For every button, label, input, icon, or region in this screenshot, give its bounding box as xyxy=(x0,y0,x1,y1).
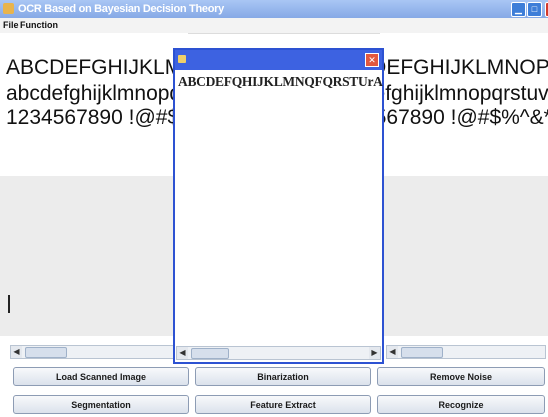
maximize-button[interactable]: □ xyxy=(527,2,542,17)
recognize-button[interactable]: Recognize xyxy=(377,395,545,414)
processed-lowercase: abcdefghijklmnopqrstuvwxyz xyxy=(380,82,548,105)
scroll-right-arrow[interactable]: ▶ xyxy=(369,347,380,359)
binarization-button[interactable]: Binarization xyxy=(195,367,371,386)
sample-digits: 1234567890 !@#$%^&*() xyxy=(6,106,188,129)
processed-image-panel: ABCDEFGHIJKLMNOPQRSTUVWXYZ abcdefghijklm… xyxy=(380,33,548,336)
scroll-left-arrow[interactable]: ◀ xyxy=(177,347,188,359)
app-icon xyxy=(3,3,14,14)
original-image-panel: ABCDEFGHIJKLMNOPQRSTUVWXYZ abcdefghijklm… xyxy=(0,33,188,336)
menu-bar: File Function xyxy=(0,18,548,34)
processed-uppercase: ABCDEFGHIJKLMNOPQRSTUVWXYZ xyxy=(380,56,548,79)
processed-digits: 1234567890 !@#$%^&*() xyxy=(380,106,548,129)
popup-close-button[interactable]: ✕ xyxy=(365,53,379,67)
right-horizontal-scrollbar[interactable]: ◀ xyxy=(386,345,546,359)
left-horizontal-scrollbar[interactable]: ◀ xyxy=(10,345,174,359)
window-title: OCR Based on Bayesian Decision Theory xyxy=(18,3,224,15)
scroll-thumb[interactable] xyxy=(25,347,67,358)
sample-lowercase: abcdefghijklmnopqrstuvwxyz xyxy=(6,82,188,105)
title-bar: OCR Based on Bayesian Decision Theory ▁ … xyxy=(0,0,548,18)
processed-image-area: ABCDEFGHIJKLMNOPQRSTUVWXYZ abcdefghijklm… xyxy=(380,33,548,176)
scroll-thumb[interactable] xyxy=(401,347,443,358)
feature-extract-button[interactable]: Feature Extract xyxy=(195,395,371,414)
original-image-area: ABCDEFGHIJKLMNOPQRSTUVWXYZ abcdefghijklm… xyxy=(0,33,188,176)
sample-uppercase: ABCDEFGHIJKLMNOPQRSTUVWXYZ xyxy=(6,56,188,79)
recognized-text: ABCDEFQHIJKLMNQFQRSTUrA xyxy=(178,74,383,89)
divider-mark xyxy=(8,295,10,313)
remove-noise-button[interactable]: Remove Noise xyxy=(377,367,545,386)
scroll-thumb[interactable] xyxy=(191,348,229,359)
segmentation-button[interactable]: Segmentation xyxy=(13,395,189,414)
scroll-left-arrow[interactable]: ◀ xyxy=(387,346,398,358)
popup-horizontal-scrollbar[interactable]: ◀ ▶ xyxy=(176,346,381,360)
minimize-button[interactable]: ▁ xyxy=(511,2,526,17)
scroll-left-arrow[interactable]: ◀ xyxy=(11,346,22,358)
popup-app-icon xyxy=(178,55,186,63)
load-scanned-image-button[interactable]: Load Scanned Image xyxy=(13,367,189,386)
recognition-result-window: ✕ ABCDEFQHIJKLMNQFQRSTUrA ◀ ▶ xyxy=(173,48,384,364)
popup-title-bar[interactable]: ✕ xyxy=(175,50,382,70)
menu-file[interactable]: File xyxy=(3,18,19,33)
menu-function[interactable]: Function xyxy=(20,18,58,33)
